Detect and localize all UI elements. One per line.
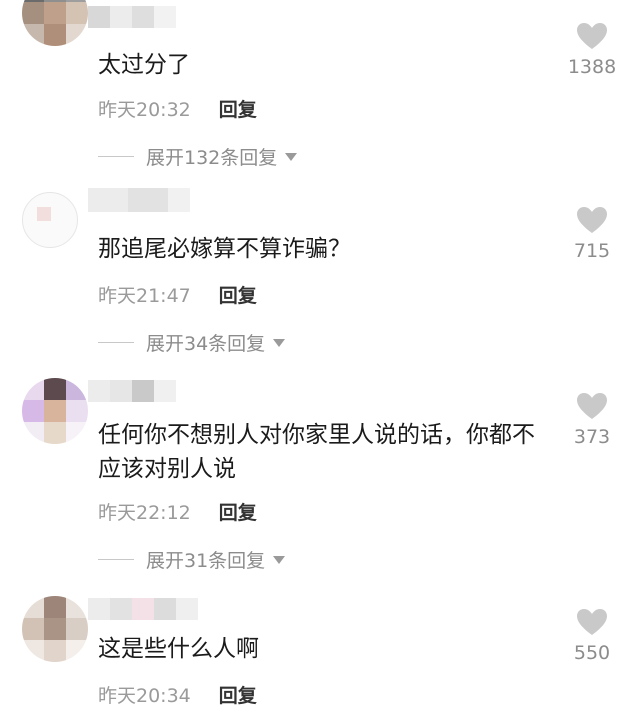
comment-text: 任何你不想别人对你家里人说的话，你都不应该对别人说 bbox=[98, 422, 535, 482]
username-blurred[interactable] bbox=[88, 6, 176, 32]
comment-meta: 昨天22:12 回复 bbox=[98, 498, 257, 525]
expand-replies-button[interactable]: 展开34条回复 bbox=[98, 329, 286, 356]
comment-time: 昨天21:47 bbox=[98, 285, 191, 307]
expand-replies-button[interactable]: 展开132条回复 bbox=[98, 143, 298, 170]
heart-icon bbox=[577, 609, 607, 635]
avatar[interactable] bbox=[22, 192, 78, 248]
like-count: 373 bbox=[573, 426, 611, 448]
triangle-down-icon bbox=[273, 338, 286, 347]
heart-icon bbox=[577, 207, 607, 233]
username-blurred[interactable] bbox=[88, 380, 176, 406]
comment-meta: 昨天20:34 回复 bbox=[98, 681, 257, 708]
avatar[interactable] bbox=[22, 378, 88, 444]
comment-time: 昨天22:12 bbox=[98, 502, 191, 524]
reply-button[interactable]: 回复 bbox=[219, 681, 257, 708]
comment-meta: 昨天20:32 回复 bbox=[98, 95, 257, 122]
comment-time: 昨天20:32 bbox=[98, 99, 191, 121]
expand-replies-button[interactable]: 展开31条回复 bbox=[98, 546, 286, 573]
like-button[interactable]: 550 bbox=[562, 608, 622, 664]
comment-item: 那追尾必嫁算不算诈骗？ 昨天21:47 回复 展开34条回复 715 bbox=[0, 180, 640, 370]
divider-line bbox=[98, 156, 134, 157]
reply-button[interactable]: 回复 bbox=[219, 281, 257, 308]
expand-replies-label: 展开31条回复 bbox=[146, 550, 266, 572]
comment-text: 那追尾必嫁算不算诈骗？ bbox=[98, 236, 351, 262]
comment-text: 太过分了 bbox=[98, 52, 190, 78]
like-count: 550 bbox=[573, 642, 611, 664]
like-button[interactable]: 1388 bbox=[562, 22, 622, 78]
expand-replies-label: 展开132条回复 bbox=[146, 147, 278, 169]
reply-button[interactable]: 回复 bbox=[219, 95, 257, 122]
comment-item: 这是些什么人啊 昨天20:34 回复 550 bbox=[0, 590, 640, 718]
like-button[interactable]: 373 bbox=[562, 392, 622, 448]
comment-item: 太过分了 昨天20:32 回复 展开132条回复 1388 bbox=[0, 0, 640, 180]
like-count: 715 bbox=[573, 240, 611, 262]
avatar[interactable] bbox=[22, 0, 88, 46]
username-blurred[interactable] bbox=[88, 598, 198, 624]
like-count: 1388 bbox=[567, 56, 617, 78]
expand-replies-label: 展开34条回复 bbox=[146, 333, 266, 355]
comment-time: 昨天20:34 bbox=[98, 685, 191, 707]
triangle-down-icon bbox=[285, 152, 298, 161]
comment-meta: 昨天21:47 回复 bbox=[98, 281, 257, 308]
comment-item: 任何你不想别人对你家里人说的话，你都不应该对别人说 昨天22:12 回复 展开3… bbox=[0, 370, 640, 590]
divider-line bbox=[98, 559, 134, 560]
triangle-down-icon bbox=[273, 555, 286, 564]
avatar[interactable] bbox=[22, 596, 88, 662]
divider-line bbox=[98, 342, 134, 343]
heart-icon bbox=[577, 23, 607, 49]
reply-button[interactable]: 回复 bbox=[219, 498, 257, 525]
like-button[interactable]: 715 bbox=[562, 206, 622, 262]
comment-text: 这是些什么人啊 bbox=[98, 636, 259, 662]
username-blurred[interactable] bbox=[88, 188, 190, 214]
heart-icon bbox=[577, 393, 607, 419]
